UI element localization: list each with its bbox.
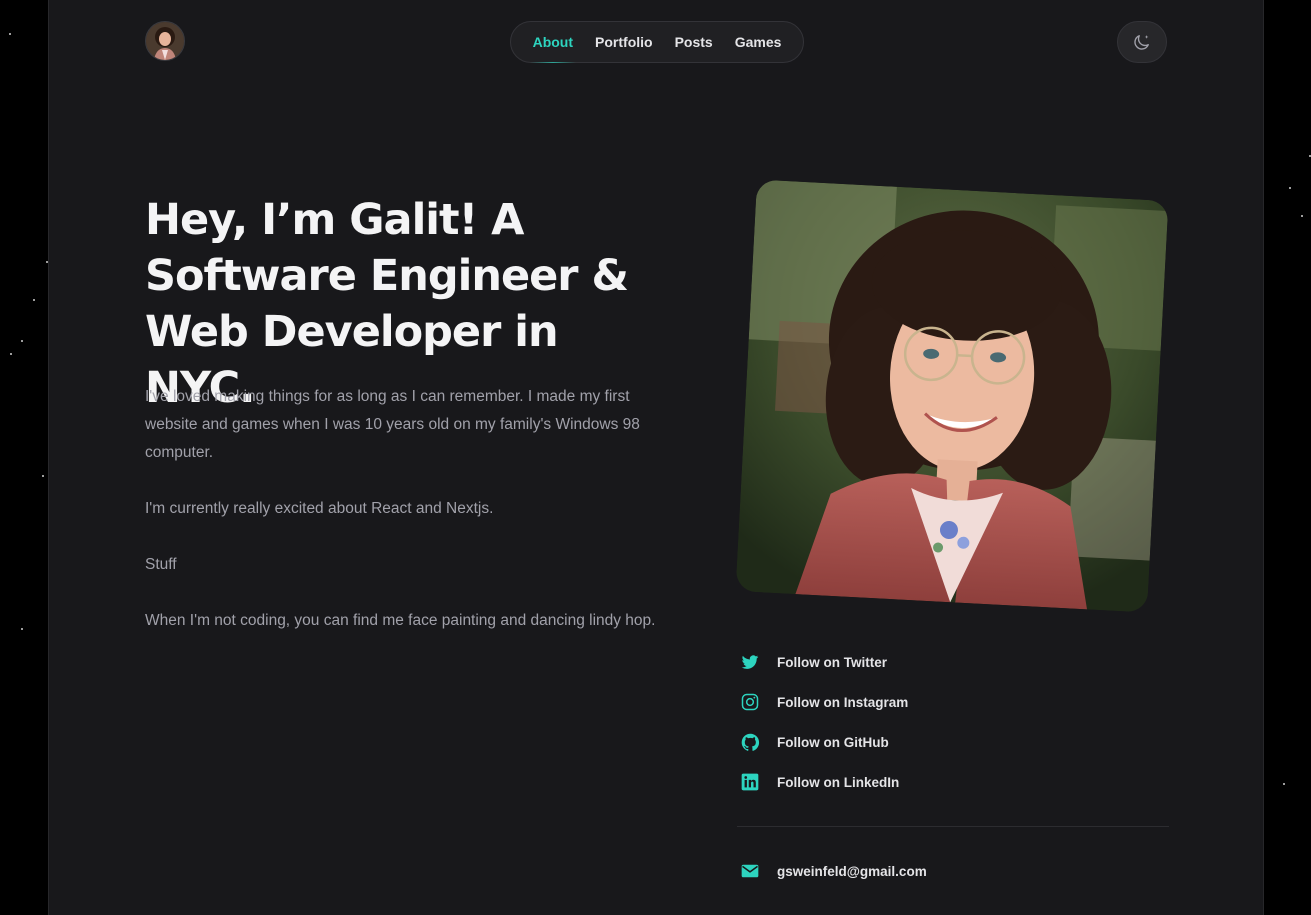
social-link-label: Follow on Instagram <box>777 694 909 710</box>
email-address: gsweinfeld@gmail.com <box>777 863 927 879</box>
main-nav: About Portfolio Posts Games <box>510 21 804 63</box>
page-container: About Portfolio Posts Games Hey, I’m Gal… <box>48 0 1264 915</box>
nav-portfolio[interactable]: Portfolio <box>584 22 664 62</box>
social-link-instagram[interactable]: Follow on Instagram <box>737 682 1169 722</box>
star <box>9 33 11 35</box>
star <box>1289 187 1291 189</box>
mail-icon <box>738 859 762 883</box>
email-link[interactable]: gsweinfeld@gmail.com <box>737 851 927 891</box>
bio-paragraph: When I'm not coding, you can find me fac… <box>145 612 656 629</box>
social-link-label: Follow on GitHub <box>777 734 889 750</box>
bio-paragraph: Stuff <box>145 556 177 573</box>
nav-posts[interactable]: Posts <box>664 22 724 62</box>
social-link-linkedin[interactable]: Follow on LinkedIn <box>737 762 1169 802</box>
site-header: About Portfolio Posts Games <box>145 21 1167 63</box>
star <box>10 353 12 355</box>
star <box>1301 215 1303 217</box>
star <box>1283 783 1285 785</box>
social-link-twitter[interactable]: Follow on Twitter <box>737 642 1169 682</box>
bio-paragraph: I've loved making things for as long as … <box>145 388 640 461</box>
github-icon <box>738 730 762 754</box>
instagram-icon <box>738 690 762 714</box>
moon-icon <box>1134 35 1149 50</box>
social-links: Follow on Twitter Follow on Instagram Fo… <box>737 642 1169 802</box>
bio-paragraph: I'm currently really excited about React… <box>145 500 494 517</box>
portrait-image <box>735 179 1169 613</box>
star <box>33 299 35 301</box>
social-link-label: Follow on LinkedIn <box>777 774 900 790</box>
divider <box>737 826 1169 827</box>
twitter-icon <box>738 650 762 674</box>
star <box>21 340 23 342</box>
profile-avatar-image <box>146 22 184 60</box>
star <box>21 628 23 630</box>
bio-section: I've loved making things for as long as … <box>145 383 665 663</box>
linkedin-icon <box>738 770 762 794</box>
social-link-github[interactable]: Follow on GitHub <box>737 722 1169 762</box>
profile-photo <box>735 179 1169 613</box>
avatar[interactable] <box>145 21 185 61</box>
nav-games[interactable]: Games <box>724 22 793 62</box>
theme-toggle-button[interactable] <box>1117 21 1167 63</box>
nav-about[interactable]: About <box>522 22 584 63</box>
social-link-label: Follow on Twitter <box>777 654 887 670</box>
star <box>42 475 44 477</box>
